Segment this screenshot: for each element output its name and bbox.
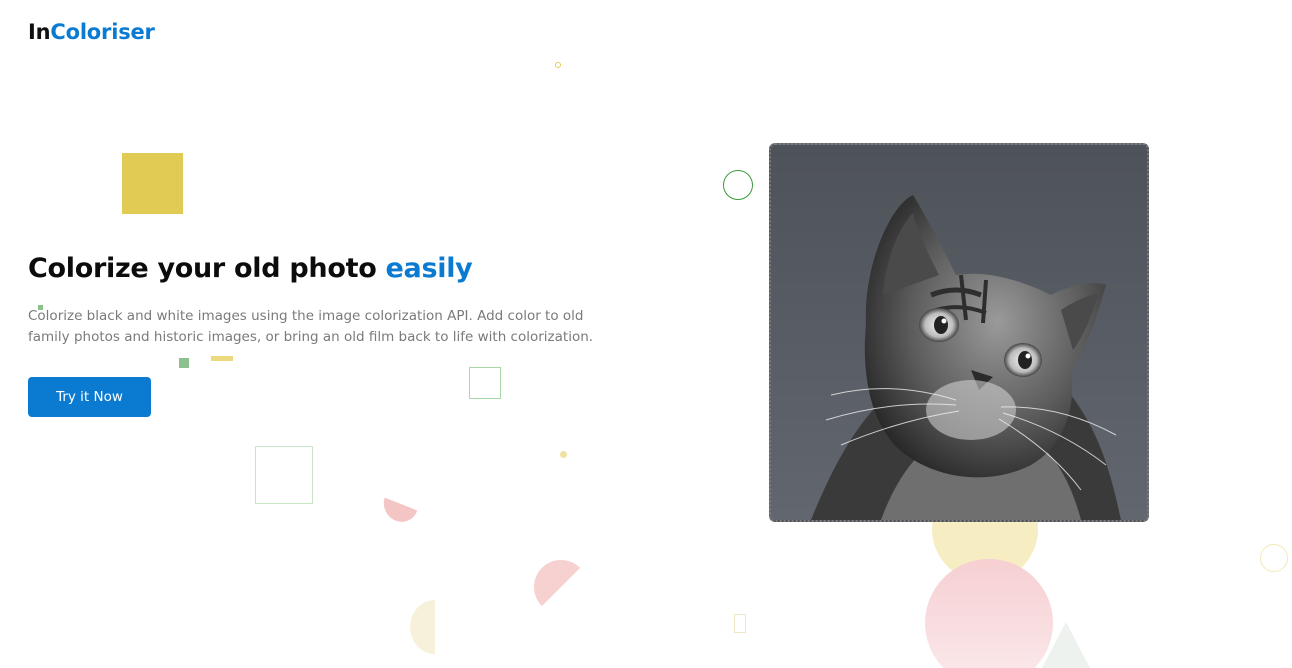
- decor-yellow-bar: [211, 356, 233, 361]
- decor-ring-top: [555, 62, 561, 68]
- decor-outline-rect: [734, 614, 746, 633]
- logo-accent: Coloriser: [50, 20, 155, 44]
- hero-title-main: Colorize your old photo: [28, 253, 386, 284]
- decor-yellow-ring: [1260, 544, 1288, 572]
- decor-green-small-square: [179, 358, 189, 368]
- decor-pink-semicircle: [378, 481, 424, 528]
- decor-outline-square-large: [255, 446, 313, 504]
- photo-preview: [769, 143, 1149, 522]
- cat-photo-icon: [811, 195, 1121, 520]
- decor-yellow-half-circle: [410, 600, 435, 654]
- hero-title-accent: easily: [385, 253, 473, 284]
- decor-pink-circle: [925, 559, 1053, 668]
- decor-outline-square-small: [469, 367, 501, 399]
- decor-yellow-square: [122, 153, 183, 214]
- page: InColoriser Colorize your old photo easi…: [0, 0, 1292, 668]
- decor-yellow-dot: [560, 451, 567, 458]
- try-it-now-button[interactable]: Try it Now: [28, 377, 151, 417]
- decor-pink-quarter-circle: [534, 560, 588, 614]
- logo-prefix: In: [28, 20, 51, 44]
- logo[interactable]: InColoriser: [28, 20, 155, 44]
- decor-green-ring: [723, 170, 753, 200]
- hero-title: Colorize your old photo easily: [28, 253, 473, 284]
- hero-description: Colorize black and white images using th…: [28, 308, 594, 345]
